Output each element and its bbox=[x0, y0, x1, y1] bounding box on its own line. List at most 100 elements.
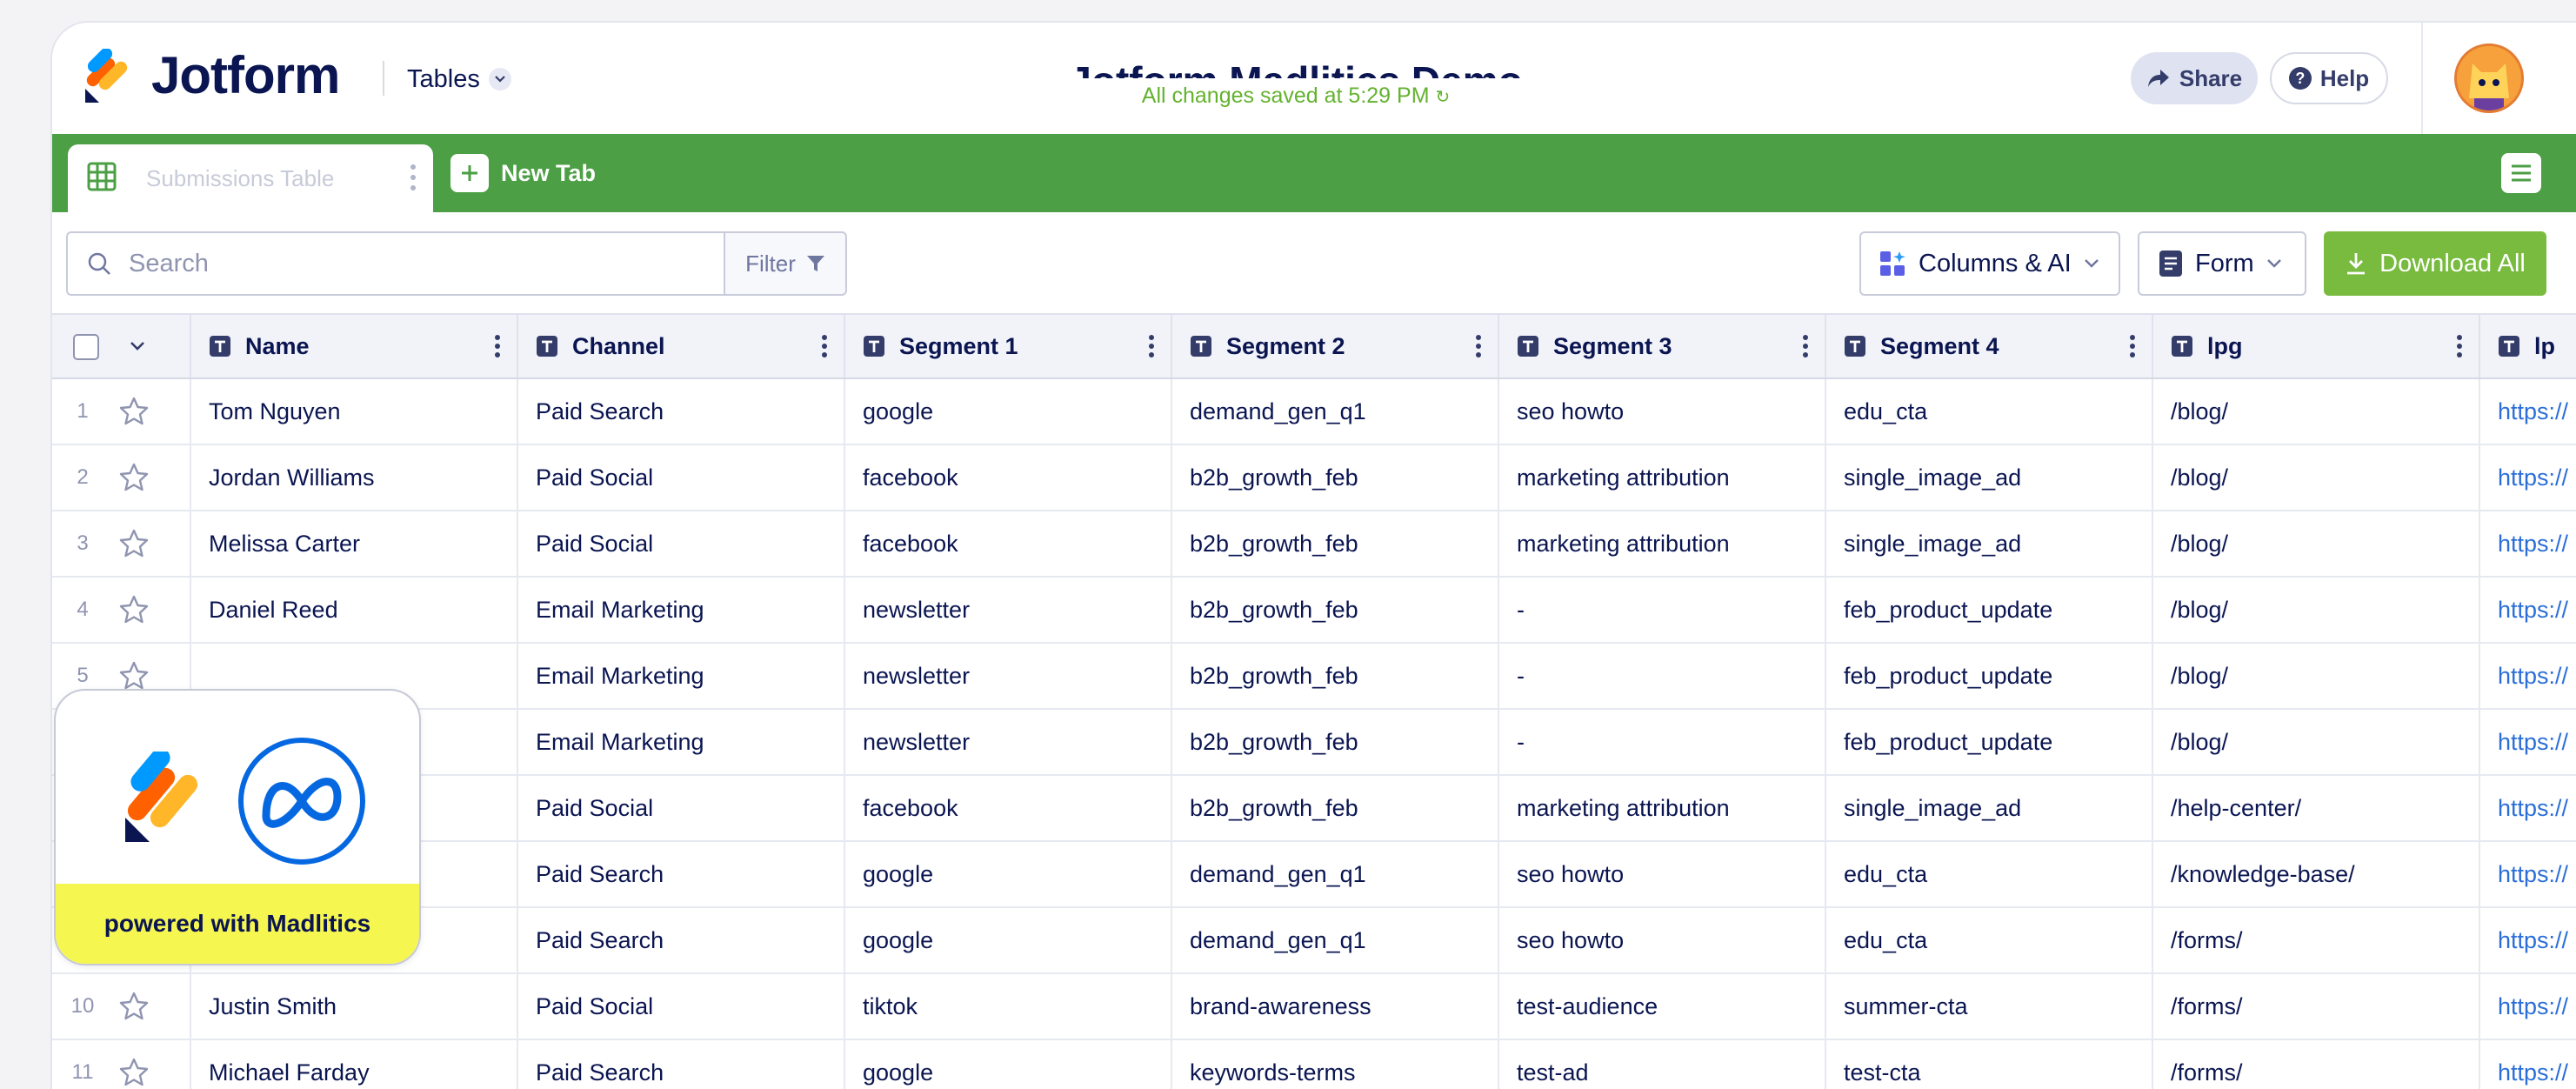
text-type-icon bbox=[210, 336, 230, 357]
column-header-lp[interactable]: lp bbox=[2480, 315, 2576, 377]
more-vertical-icon[interactable] bbox=[1802, 334, 1809, 358]
table-cell: /blog/ bbox=[2153, 511, 2480, 576]
column-header-label: lpg bbox=[2207, 332, 2243, 359]
table-cell: Paid Social bbox=[518, 974, 845, 1039]
table-cell: /knowledge-base/ bbox=[2153, 842, 2480, 906]
table-cell: google bbox=[845, 908, 1172, 972]
table-row[interactable]: 4 Daniel Reed Email Marketing newsletter b2b… bbox=[52, 578, 2576, 644]
table-row[interactable]: 10 Justin Smith Paid Social tiktok brand-awa… bbox=[52, 974, 2576, 1040]
table-cell: test-audience bbox=[1499, 974, 1826, 1039]
column-header-label: lp bbox=[2534, 332, 2555, 359]
columns-ai-icon bbox=[1880, 251, 1905, 276]
chevron-down-icon bbox=[2084, 259, 2099, 268]
column-header-segment-3[interactable]: Segment 3 bbox=[1499, 315, 1826, 377]
more-vertical-icon[interactable] bbox=[494, 334, 501, 358]
madlitics-badge[interactable]: powered with Madlitics bbox=[54, 689, 421, 965]
new-tab-label: New Tab bbox=[501, 159, 597, 186]
table-cell: single_image_ad bbox=[1826, 445, 2153, 510]
column-header-lpg[interactable]: lpg bbox=[2153, 315, 2480, 377]
chevron-down-icon bbox=[2266, 259, 2281, 268]
table-row[interactable]: 5 Email Marketing newsletter b2b_growth_feb… bbox=[52, 644, 2576, 710]
more-vertical-icon[interactable] bbox=[2456, 334, 2463, 358]
download-all-button[interactable]: Download All bbox=[2324, 231, 2546, 296]
table-cell: edu_cta bbox=[1826, 842, 2153, 906]
filter-button[interactable]: Filter bbox=[724, 231, 847, 296]
table-cell: - bbox=[1499, 710, 1826, 774]
star-icon[interactable] bbox=[118, 595, 150, 625]
table-row[interactable]: 11 Michael Farday Paid Search google keyword… bbox=[52, 1040, 2576, 1089]
filter-label: Filter bbox=[745, 250, 796, 277]
table-cell-link[interactable]: https:// bbox=[2480, 908, 2576, 972]
table-row[interactable]: 7Paid Socialfacebookb2b_growth_febmarket… bbox=[52, 776, 2576, 842]
new-tab-button[interactable]: New Tab bbox=[450, 153, 596, 193]
table-cell: seo howto bbox=[1499, 908, 1826, 972]
table-row[interactable]: 9Alex MorganPaid Searchgoogledemand_gen_… bbox=[52, 908, 2576, 974]
column-header-segment-1[interactable]: Segment 1 bbox=[845, 315, 1172, 377]
table-cell-link[interactable]: https:// bbox=[2480, 842, 2576, 906]
table-cell-link[interactable]: https:// bbox=[2480, 379, 2576, 444]
table-cell-link[interactable]: https:// bbox=[2480, 511, 2576, 576]
table-row[interactable]: 2 Jordan Williams Paid Social facebook b2b_g… bbox=[52, 445, 2576, 511]
column-header-channel[interactable]: Channel bbox=[518, 315, 845, 377]
table-cell: feb_product_update bbox=[1826, 578, 2153, 642]
more-vertical-icon[interactable] bbox=[1148, 334, 1155, 358]
tables-label: Tables bbox=[407, 64, 480, 93]
table-cell-link[interactable]: https:// bbox=[2480, 710, 2576, 774]
table-cell: Paid Search bbox=[518, 908, 845, 972]
table-cell: test-cta bbox=[1826, 1040, 2153, 1089]
help-button[interactable]: ? Help bbox=[2270, 52, 2388, 104]
star-icon[interactable] bbox=[118, 529, 150, 558]
select-all-header bbox=[52, 315, 191, 377]
table-cell: tiktok bbox=[845, 974, 1172, 1039]
user-avatar[interactable] bbox=[2454, 43, 2524, 113]
document-title[interactable]: Jotform Madlitics Demo bbox=[1052, 57, 1539, 78]
more-vertical-icon[interactable] bbox=[1475, 334, 1482, 358]
table-cell: google bbox=[845, 1040, 1172, 1089]
tables-dropdown[interactable]: Tables bbox=[407, 61, 511, 97]
column-header-label: Segment 2 bbox=[1226, 332, 1345, 359]
form-button[interactable]: Form bbox=[2138, 231, 2306, 296]
table-cell-link[interactable]: https:// bbox=[2480, 974, 2576, 1039]
row-select-cell: 4 bbox=[52, 578, 191, 642]
star-icon[interactable] bbox=[118, 397, 150, 426]
tab-submissions[interactable]: Submissions Table bbox=[68, 144, 433, 212]
column-header-segment-4[interactable]: Segment 4 bbox=[1826, 315, 2153, 377]
table-row[interactable]: 8Paid Searchgoogledemand_gen_q1seo howto… bbox=[52, 842, 2576, 908]
columns-ai-button[interactable]: Columns & AI bbox=[1859, 231, 2120, 296]
table-cell: newsletter bbox=[845, 578, 1172, 642]
table-cell: google bbox=[845, 842, 1172, 906]
table-cell-link[interactable]: https:// bbox=[2480, 445, 2576, 510]
more-vertical-icon[interactable] bbox=[821, 334, 828, 358]
share-button[interactable]: Share bbox=[2131, 52, 2258, 104]
menu-button[interactable] bbox=[2501, 153, 2541, 193]
table-cell: /blog/ bbox=[2153, 445, 2480, 510]
table-cell-link[interactable]: https:// bbox=[2480, 644, 2576, 708]
search-input[interactable] bbox=[127, 248, 687, 279]
header-divider bbox=[383, 61, 384, 96]
column-header-name[interactable]: Name bbox=[191, 315, 518, 377]
chevron-down-icon[interactable] bbox=[129, 341, 146, 351]
row-number: 1 bbox=[77, 399, 89, 423]
plus-icon bbox=[450, 154, 489, 192]
table-cell-link[interactable]: https:// bbox=[2480, 1040, 2576, 1089]
table-cell: /blog/ bbox=[2153, 578, 2480, 642]
table-row[interactable]: 3 Melissa Carter Paid Social facebook b2b_gr… bbox=[52, 511, 2576, 578]
star-icon[interactable] bbox=[118, 661, 150, 691]
table-cell: demand_gen_q1 bbox=[1172, 908, 1499, 972]
table-cell: Daniel Reed bbox=[191, 578, 518, 642]
table-cell-link[interactable]: https:// bbox=[2480, 578, 2576, 642]
table-cell: facebook bbox=[845, 445, 1172, 510]
column-header-segment-2[interactable]: Segment 2 bbox=[1172, 315, 1499, 377]
more-vertical-icon[interactable] bbox=[409, 162, 417, 193]
select-all-checkbox[interactable] bbox=[73, 334, 99, 360]
table-row[interactable]: 6Email Marketingnewsletterb2b_growth_feb… bbox=[52, 710, 2576, 776]
table-cell: edu_cta bbox=[1826, 908, 2153, 972]
star-icon[interactable] bbox=[118, 1058, 150, 1087]
star-icon[interactable] bbox=[118, 992, 150, 1021]
table-row[interactable]: 1 Tom Nguyen Paid Search google demand_gen_q… bbox=[52, 379, 2576, 445]
table-cell: Paid Search bbox=[518, 379, 845, 444]
star-icon[interactable] bbox=[118, 463, 150, 492]
app-window: Jotform Tables Jotform Madlitics Demo Al… bbox=[50, 21, 2576, 1089]
table-cell-link[interactable]: https:// bbox=[2480, 776, 2576, 840]
more-vertical-icon[interactable] bbox=[2129, 334, 2136, 358]
